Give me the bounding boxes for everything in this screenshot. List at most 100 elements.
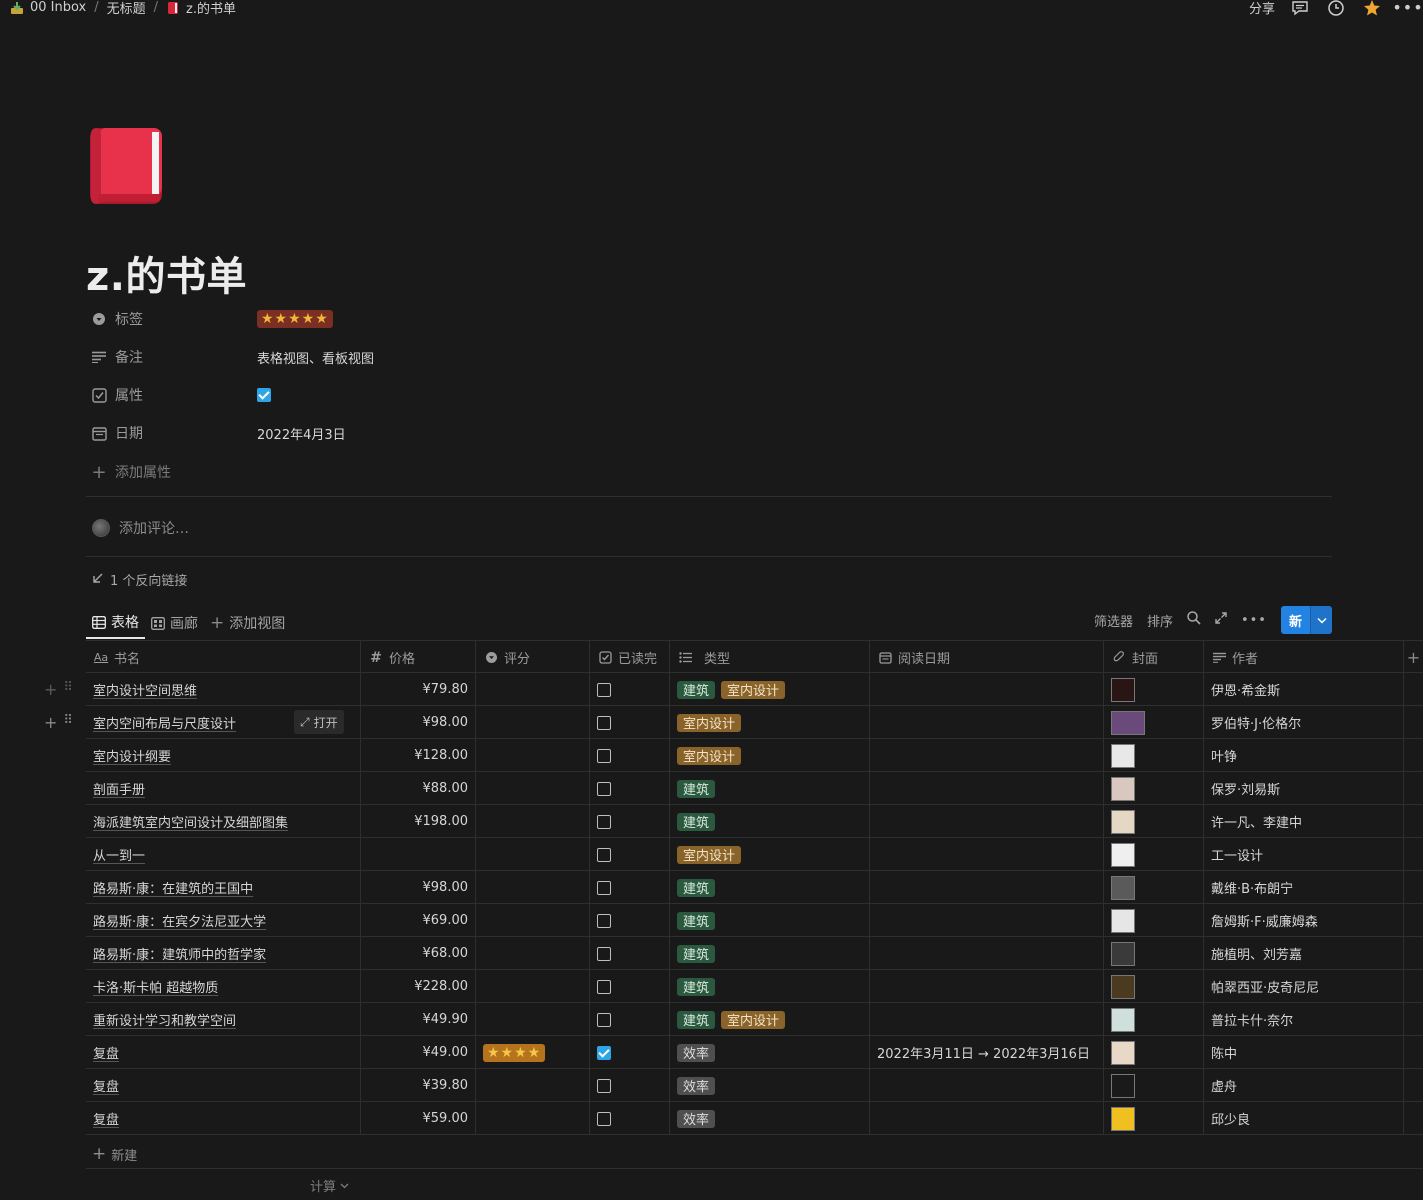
cell-book-name[interactable]: 复盘: [86, 1102, 361, 1135]
column-header-read[interactable]: 已读完: [590, 641, 670, 674]
read-checkbox[interactable]: [597, 1012, 611, 1027]
type-tag[interactable]: 室内设计: [721, 680, 786, 699]
cell-read-date[interactable]: [870, 1003, 1104, 1036]
chevron-down-icon[interactable]: [1310, 606, 1332, 634]
cover-thumbnail[interactable]: [1111, 974, 1135, 999]
more-options-icon[interactable]: •••: [1392, 0, 1422, 17]
cell-read[interactable]: [590, 772, 670, 805]
read-checkbox[interactable]: [597, 946, 611, 961]
table-row[interactable]: 复盘 ¥59.00 效率 邱少良: [86, 1102, 1423, 1135]
cell-price[interactable]: ¥79.80: [361, 673, 476, 706]
expand-icon[interactable]: [1215, 612, 1227, 628]
cell-author[interactable]: 虚舟: [1204, 1069, 1404, 1102]
add-property-button[interactable]: + 添加属性: [90, 460, 690, 484]
read-checkbox[interactable]: [597, 682, 611, 697]
cell-read[interactable]: [590, 871, 670, 904]
type-tag[interactable]: 建筑: [677, 878, 716, 897]
cell-author[interactable]: 戴维·B·布朗宁: [1204, 871, 1404, 904]
cell-book-name[interactable]: 路易斯·康：在宾夕法尼亚大学: [86, 904, 361, 937]
cover-thumbnail[interactable]: [1111, 710, 1145, 735]
table-row[interactable]: 路易斯·康：建筑师中的哲学家 ¥68.00 建筑 施植明、刘芳嘉: [86, 937, 1423, 970]
read-checkbox[interactable]: [597, 913, 611, 928]
cell-read-date[interactable]: [870, 937, 1104, 970]
cell-read[interactable]: [590, 838, 670, 871]
cell-type[interactable]: 室内设计: [670, 739, 870, 772]
cell-cover[interactable]: [1104, 673, 1204, 706]
cell-read[interactable]: [590, 1102, 670, 1135]
type-tag[interactable]: 建筑: [677, 1010, 716, 1029]
cell-book-name[interactable]: 卡洛·斯卡帕 超越物质: [86, 970, 361, 1003]
cell-read-date[interactable]: [870, 904, 1104, 937]
share-button[interactable]: 分享: [1249, 0, 1275, 17]
breadcrumb-item-inbox[interactable]: 00 Inbox: [30, 0, 86, 15]
table-row[interactable]: 卡洛·斯卡帕 超越物质 ¥228.00 建筑 帕翠西亚·皮奇尼尼: [86, 970, 1423, 1003]
breadcrumb-item-current[interactable]: z.的书单: [186, 0, 236, 17]
book-name[interactable]: 复盘: [93, 1043, 119, 1062]
cover-thumbnail[interactable]: [1111, 809, 1135, 834]
cell-type[interactable]: 效率: [670, 1036, 870, 1069]
book-name[interactable]: 路易斯·康：在宾夕法尼亚大学: [93, 911, 266, 930]
page-title[interactable]: z.的书单: [86, 244, 247, 302]
cell-price[interactable]: ¥59.00: [361, 1102, 476, 1135]
cell-read[interactable]: [590, 805, 670, 838]
cell-price[interactable]: ¥98.00: [361, 871, 476, 904]
type-tag[interactable]: 室内设计: [721, 1010, 786, 1029]
cell-read-date[interactable]: [870, 706, 1104, 739]
cover-thumbnail[interactable]: [1111, 743, 1135, 768]
cell-author[interactable]: 许一凡、李建中: [1204, 805, 1404, 838]
cover-thumbnail[interactable]: [1111, 941, 1135, 966]
type-tag[interactable]: 建筑: [677, 911, 716, 930]
cell-type[interactable]: 效率: [670, 1069, 870, 1102]
cell-read-date[interactable]: [870, 1069, 1104, 1102]
cell-rating[interactable]: [476, 805, 590, 838]
more-options-icon[interactable]: •••: [1241, 613, 1267, 628]
cell-cover[interactable]: [1104, 739, 1204, 772]
plus-icon[interactable]: +: [44, 713, 57, 732]
cell-price[interactable]: ¥39.80: [361, 1069, 476, 1102]
row-handle[interactable]: + ⠿: [44, 713, 73, 732]
table-row[interactable]: 室内设计纲要 ¥128.00 室内设计 叶铮: [86, 739, 1423, 772]
cell-read-date[interactable]: 2022年3月11日 → 2022年3月16日: [870, 1036, 1104, 1069]
cell-book-name[interactable]: 海派建筑室内空间设计及细部图集: [86, 805, 361, 838]
cell-rating[interactable]: [476, 739, 590, 772]
cell-book-name[interactable]: 从一到一: [86, 838, 361, 871]
book-name[interactable]: 路易斯·康：建筑师中的哲学家: [93, 944, 266, 963]
new-record-button[interactable]: 新: [1280, 606, 1332, 634]
cell-cover[interactable]: [1104, 838, 1204, 871]
type-tag[interactable]: 效率: [677, 1109, 716, 1128]
cell-book-name[interactable]: 复盘: [86, 1036, 361, 1069]
open-button[interactable]: ⤢ 打开: [294, 710, 344, 734]
cell-cover[interactable]: [1104, 970, 1204, 1003]
comment-input[interactable]: 添加评论…: [92, 518, 189, 538]
column-header-price[interactable]: # 价格: [361, 641, 476, 674]
cell-price[interactable]: ¥69.00: [361, 904, 476, 937]
add-column-button[interactable]: +: [1404, 641, 1423, 674]
cell-read-date[interactable]: [870, 838, 1104, 871]
column-header-name[interactable]: Aa 书名: [86, 641, 361, 674]
cell-cover[interactable]: [1104, 1003, 1204, 1036]
cell-book-name[interactable]: 重新设计学习和教学空间: [86, 1003, 361, 1036]
sort-button[interactable]: 排序: [1147, 611, 1173, 630]
cell-price[interactable]: ¥128.00: [361, 739, 476, 772]
cell-author[interactable]: 罗伯特·J·伦格尔: [1204, 706, 1404, 739]
cell-rating[interactable]: [476, 937, 590, 970]
cell-cover[interactable]: [1104, 904, 1204, 937]
row-handle[interactable]: + ⠿: [44, 680, 73, 699]
cell-read[interactable]: [590, 970, 670, 1003]
cover-thumbnail[interactable]: [1111, 677, 1135, 702]
cover-thumbnail[interactable]: [1111, 776, 1135, 801]
cell-read-date[interactable]: [870, 871, 1104, 904]
backlinks-toggle[interactable]: 1 个反向链接: [92, 570, 187, 589]
cell-rating[interactable]: [476, 904, 590, 937]
property-tag[interactable]: 标签 ★★★★★: [90, 307, 690, 331]
cell-type[interactable]: 建筑: [670, 937, 870, 970]
cell-book-name[interactable]: 路易斯·康：在建筑的王国中: [86, 871, 361, 904]
book-name[interactable]: 卡洛·斯卡帕 超越物质: [93, 977, 218, 996]
table-row[interactable]: 路易斯·康：在建筑的王国中 ¥98.00 建筑 戴维·B·布朗宁: [86, 871, 1423, 904]
search-icon[interactable]: [1187, 611, 1201, 629]
cell-rating[interactable]: [476, 1069, 590, 1102]
book-name[interactable]: 复盘: [93, 1109, 119, 1128]
cell-book-name[interactable]: 室内设计纲要: [86, 739, 361, 772]
cell-rating[interactable]: [476, 970, 590, 1003]
cell-type[interactable]: 建筑: [670, 805, 870, 838]
